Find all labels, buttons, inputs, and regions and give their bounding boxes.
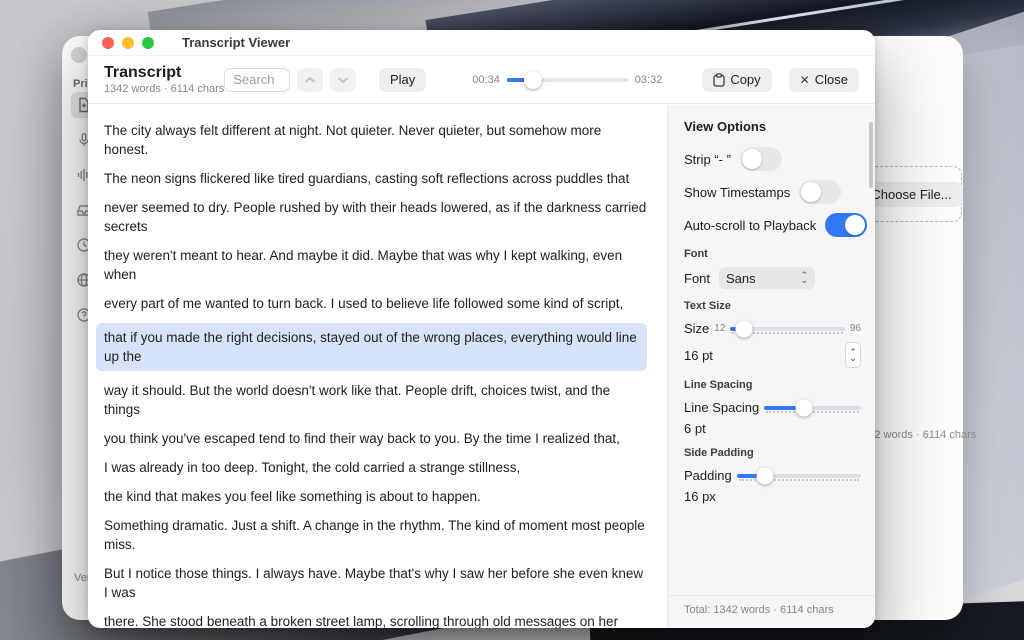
line-spacing-value: 6 pt <box>684 421 706 436</box>
transcript-paragraph[interactable]: they weren't meant to hear. And maybe it… <box>104 246 647 284</box>
font-select[interactable]: Sans ⌃⌄ <box>719 267 815 289</box>
show-timestamps-toggle[interactable] <box>799 180 841 204</box>
side-padding-row: Padding <box>684 466 861 484</box>
slider-thumb[interactable] <box>524 71 542 89</box>
search-prev-button[interactable] <box>297 68 323 92</box>
desktop-wallpaper: Priv Vers Choo <box>0 0 1024 640</box>
transcript-paragraph[interactable]: never seemed to dry. People rushed by wi… <box>104 198 647 236</box>
text-size-section-header: Text Size <box>684 300 861 312</box>
font-row: Font Sans ⌃⌄ <box>684 267 861 289</box>
search-next-button[interactable] <box>330 68 356 92</box>
search-input[interactable] <box>224 68 290 92</box>
transcript-paragraph[interactable]: there. She stood beneath a broken street… <box>104 612 647 628</box>
total-time-label: 03:32 <box>635 74 663 86</box>
transcript-paragraph[interactable]: way it should. But the world doesn't wor… <box>104 381 647 419</box>
transcript-paragraph[interactable]: Something dramatic. Just a shift. A chan… <box>104 516 647 554</box>
transcript-paragraph[interactable]: the kind that makes you feel like someth… <box>104 487 647 506</box>
totals-footer: Total: 1342 words · 6114 chars <box>668 595 875 628</box>
text-size-row: Size 12 96 <box>684 319 861 337</box>
side-padding-section-header: Side Padding <box>684 447 861 459</box>
transcript-paragraph[interactable]: every part of me wanted to turn back. I … <box>104 294 647 313</box>
transcript-viewer-window: Transcript Viewer Transcript 1342 words … <box>88 30 875 628</box>
copy-button[interactable]: Copy <box>702 68 771 92</box>
chevron-up-icon <box>304 76 316 84</box>
transcript-paragraph[interactable]: The neon signs flickered like tired guar… <box>104 169 647 188</box>
window-control-placeholder <box>71 47 87 63</box>
close-button[interactable]: ✕ Close <box>789 68 859 92</box>
panel-title: View Options <box>684 119 861 134</box>
transcript-paragraph-highlighted[interactable]: that if you made the right decisions, st… <box>96 323 647 371</box>
transcript-paragraph[interactable]: I was already in too deep. Tonight, the … <box>104 458 647 477</box>
traffic-lights <box>102 37 154 49</box>
close-icon: ✕ <box>800 73 810 87</box>
current-time-label: 00:34 <box>472 74 500 86</box>
playback-slider[interactable] <box>507 71 628 89</box>
close-window-button[interactable] <box>102 37 114 49</box>
window-title: Transcript Viewer <box>182 35 290 50</box>
transcript[interactable]: The city always felt different at night.… <box>88 105 667 628</box>
word-count-subtitle: 1342 words · 6114 chars <box>104 83 224 95</box>
choose-file-button[interactable]: Choose File... <box>860 182 962 207</box>
text-size-stepper[interactable]: ⌃⌄ <box>845 342 861 368</box>
select-chevrons-icon: ⌃⌄ <box>800 273 808 283</box>
slider-thumb[interactable] <box>795 400 812 417</box>
transcript-paragraph[interactable]: But I notice those things. I always have… <box>104 564 647 602</box>
zoom-window-button[interactable] <box>142 37 154 49</box>
clipboard-icon <box>713 73 725 87</box>
show-timestamps-row: Show Timestamps <box>684 180 861 204</box>
size-max-label: 96 <box>850 323 861 334</box>
transcript-paragraph[interactable]: The city always felt different at night.… <box>104 121 647 159</box>
text-size-slider[interactable] <box>730 319 844 337</box>
font-section-header: Font <box>684 248 861 260</box>
strip-dash-row: Strip “- ” <box>684 147 861 171</box>
slider-thumb[interactable] <box>757 468 774 485</box>
scrollbar-thumb[interactable] <box>869 122 873 188</box>
size-min-label: 12 <box>714 323 725 334</box>
side-padding-slider[interactable] <box>737 466 861 484</box>
page-title: Transcript <box>104 64 224 82</box>
text-size-value: 16 pt <box>684 348 713 363</box>
side-padding-value: 16 px <box>684 489 716 504</box>
titlebar: Transcript Viewer <box>88 30 875 56</box>
transcript-paragraph[interactable]: you think you've escaped tend to find th… <box>104 429 647 448</box>
line-spacing-row: Line Spacing <box>684 398 861 416</box>
view-options-panel: View Options Strip “- ” Show Timestamps … <box>667 105 875 628</box>
toolbar: Transcript 1342 words · 6114 chars Play … <box>88 56 875 104</box>
line-spacing-slider[interactable] <box>764 398 861 416</box>
slider-thumb[interactable] <box>736 321 753 338</box>
autoscroll-toggle[interactable] <box>825 213 867 237</box>
strip-dash-toggle[interactable] <box>740 147 782 171</box>
play-button[interactable]: Play <box>379 68 426 92</box>
autoscroll-row: Auto-scroll to Playback <box>684 213 861 237</box>
line-spacing-section-header: Line Spacing <box>684 379 861 391</box>
minimize-window-button[interactable] <box>122 37 134 49</box>
file-dropzone[interactable]: Choose File... <box>861 166 962 222</box>
chevron-down-icon <box>337 76 349 84</box>
